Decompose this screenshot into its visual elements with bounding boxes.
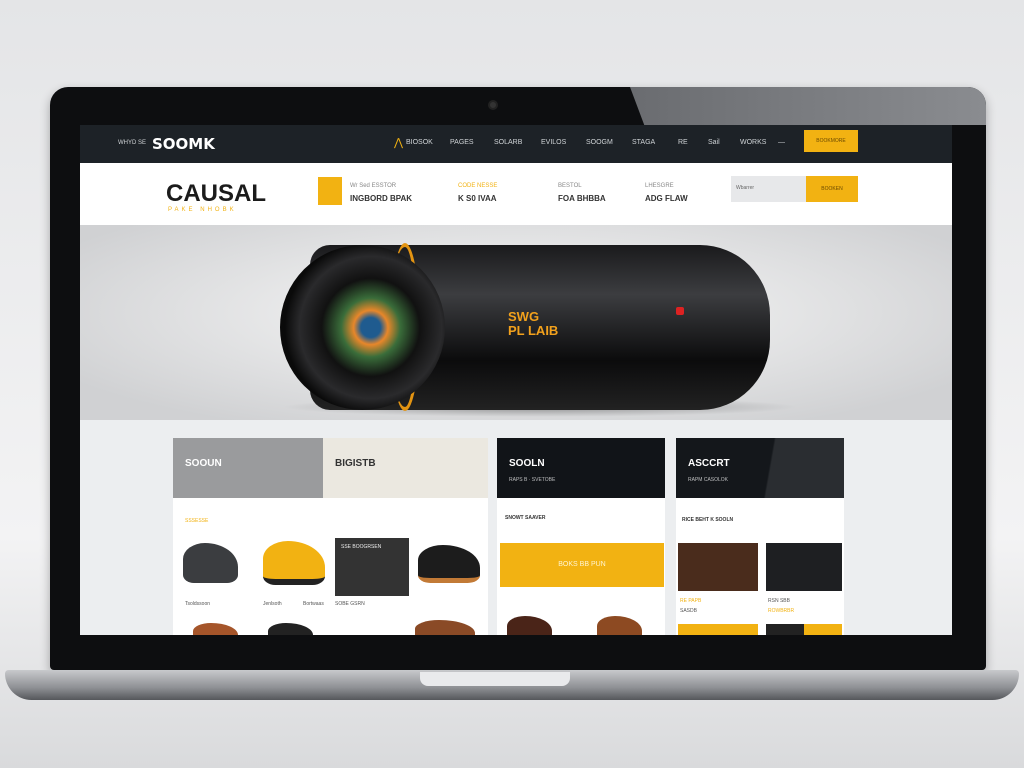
product-card: SOOLN RAPS B · SVETOBE SNOWT SAAVER BOKS … (497, 438, 665, 635)
shoe-image[interactable] (415, 620, 475, 635)
product-label: SOBE GSRN (335, 601, 365, 607)
info-value: K S0 IVAA (458, 194, 497, 203)
shoe-image[interactable] (268, 623, 313, 635)
info-badge-icon (318, 177, 342, 205)
info-value: INGBORD BPAK (350, 194, 413, 203)
cta-button[interactable]: BOOKMORE (804, 130, 858, 152)
top-nav: WHYD SE SOOMK ⋀ BIOSOK PAGES SOLARB EVIL… (80, 125, 952, 163)
nav-item[interactable]: SOLARB (494, 139, 522, 146)
product-label: RE PAPB (680, 598, 702, 604)
info-value: ADG FLAW (645, 194, 688, 203)
header-info: LHESGRE ADG FLAW (645, 183, 688, 203)
header-info: BESTOL FOA BHBBA (558, 183, 606, 203)
promo-tile[interactable]: SSE BOOGRSEN (335, 538, 409, 596)
info-label: Wr Sed ESSTOR (350, 183, 397, 189)
product-label: SWG PL LAIB (508, 310, 558, 338)
card-subtitle: RAPM CASOLOK (688, 477, 729, 483)
card-header: BIGISTB (323, 438, 488, 498)
product-card: ASCCRT RAPM CASOLOK RICE BEHT K SOOLN RE … (676, 438, 844, 635)
card-row-label[interactable]: SNOWT SAAVER (505, 515, 545, 521)
product-tile[interactable] (766, 543, 842, 591)
hero-banner: SWG PL LAIB (80, 225, 952, 420)
card-row-label[interactable]: RICE BEHT K SOOLN (682, 517, 733, 523)
nav-item[interactable]: WORKS (740, 139, 766, 146)
card-row-label[interactable]: SSSESSE (185, 518, 208, 524)
card-title: ASCCRT (688, 458, 730, 469)
card-header: ASCCRT RAPM CASOLOK (676, 438, 844, 498)
header-bar: CAUSAL PAKE NHOBK Wr Sed ESSTOR INGBORD B… (80, 163, 952, 225)
nav-item[interactable]: BIOSOK (406, 139, 433, 146)
card-button[interactable] (678, 624, 758, 635)
search-button[interactable]: BOOKEN (806, 176, 858, 202)
card-header: SOOUN (173, 438, 323, 498)
product-label: Jenlsoth (263, 601, 282, 607)
nav-item[interactable]: RE (678, 139, 688, 146)
brand-subtitle: PAKE NHOBK (168, 207, 237, 213)
nav-item[interactable]: PAGES (450, 139, 474, 146)
nav-item[interactable]: SOOGM (586, 139, 613, 146)
card-title: SOOLN (509, 458, 545, 469)
nav-item[interactable]: — (778, 139, 785, 146)
product-card: SOOUN BIGISTB SSSESSE SSE BOOGRSEN Tsold… (173, 438, 488, 635)
site-logo[interactable]: SOOMK (152, 135, 215, 153)
nav-item[interactable]: Sail (708, 139, 720, 146)
shoe-image[interactable] (183, 543, 238, 583)
search-input[interactable]: Wbarrer (731, 176, 811, 202)
laptop-notch (420, 672, 570, 686)
product-label: SASDB (680, 608, 697, 614)
info-value: FOA BHBBA (558, 194, 606, 203)
card-button[interactable] (766, 624, 842, 635)
webcam-icon (488, 100, 498, 110)
product-label: Tsoldssoon (185, 601, 211, 607)
product-text: PL LAIB (508, 323, 559, 338)
camera-lens-icon (280, 245, 445, 410)
shoe-image[interactable] (193, 623, 238, 635)
card-title: SOOUN (185, 458, 222, 469)
card-subtitle: RAPS B · SVETOBE (509, 477, 556, 483)
info-label: BESTOL (558, 183, 582, 189)
shoe-image[interactable] (507, 616, 552, 635)
shoe-image[interactable] (418, 545, 480, 583)
info-label: CODE NESSE (458, 183, 498, 189)
brand-title: CAUSAL (166, 180, 266, 207)
header-info: CODE NESSE K S0 IVAA (458, 183, 497, 203)
product-text: SWG (508, 309, 540, 324)
info-label: LHESGRE (645, 183, 674, 189)
nav-tagline: WHYD SE (118, 140, 147, 146)
shoe-image[interactable] (263, 541, 325, 585)
product-label: ROWBRBR (768, 608, 795, 614)
bezel-glare (630, 87, 986, 125)
nav-item[interactable]: EVILOS (541, 139, 566, 146)
shoe-image[interactable] (597, 616, 642, 635)
card-header: SOOLN RAPS B · SVETOBE (497, 438, 665, 498)
brand-badge-icon (676, 307, 684, 315)
product-label: RSN SBB (768, 598, 790, 604)
card-title: BIGISTB (335, 458, 376, 469)
logo-arrow-icon: ⋀ (394, 137, 404, 149)
nav-item[interactable]: STAGA (632, 139, 655, 146)
product-label: Bortwaas (303, 601, 324, 607)
header-info: Wr Sed ESSTOR INGBORD BPAK (350, 183, 412, 203)
card-cta-button[interactable]: BOKS BB PUN (500, 543, 664, 587)
product-tile[interactable] (678, 543, 758, 591)
screen: WHYD SE SOOMK ⋀ BIOSOK PAGES SOLARB EVIL… (80, 125, 952, 635)
